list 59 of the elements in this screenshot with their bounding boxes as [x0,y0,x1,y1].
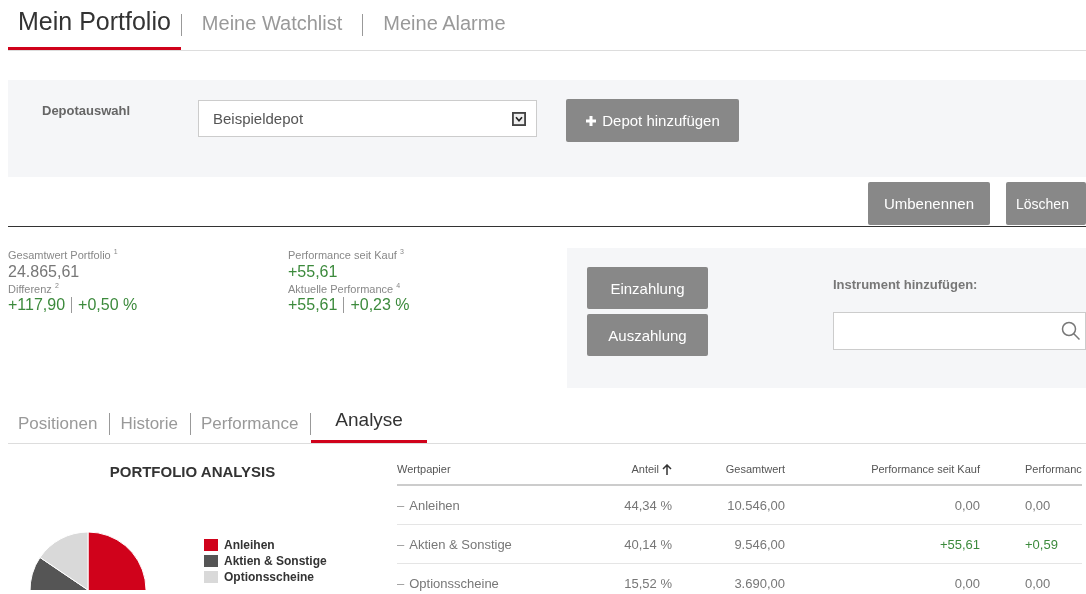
table-cell: 0,00 [1025,497,1051,513]
depot-select[interactable]: Beispieldepot [198,100,537,137]
legend-swatch [204,571,218,583]
view-tab[interactable]: Analyse [311,404,427,443]
chart-title: PORTFOLIO ANALYSIS [108,463,277,480]
delete-button[interactable]: Löschen [1006,182,1086,225]
add-depot-button[interactable]: Depot hinzufügen [566,99,739,142]
summary-label: Differenz $^{2}$ [8,281,60,295]
collapse-toggle[interactable]: – [397,497,405,513]
table-cell: 15,52 % [624,575,672,591]
summary-value: +117,90 [8,295,66,316]
summary-value: +55,61 [288,295,338,316]
view-tab[interactable]: Performance [191,404,311,443]
column-header[interactable]: Gesamtwert [725,463,785,475]
table-cell: 10.546,00 [727,497,785,513]
table-cell: 0,00 [1025,575,1051,591]
table-cell: 0,00 [954,497,980,513]
summary-value: 24.865,61 [8,261,80,282]
portfolio-tab[interactable]: Meine Alarme [363,0,526,50]
dropdown-caret-icon [512,111,526,126]
table-cell: +0,59 [1025,536,1058,552]
column-header[interactable]: Wertpapier [397,463,451,475]
column-header[interactable]: Performanc [1025,463,1082,475]
portfolio-tab[interactable]: Meine Watchlist [181,0,363,50]
instrument-search-field[interactable] [833,312,1086,350]
view-tab[interactable]: Historie [110,404,190,443]
summary-value: +55,61 [288,261,338,282]
table-cell: Anleihen [409,497,460,513]
legend-swatch [204,555,218,567]
table-cell: +55,61 [939,536,980,552]
summary-value: +0,23 % [350,295,410,316]
legend-label: Aktien & Sonstige [224,554,327,568]
table-cell: 3.690,00 [734,575,785,591]
legend-label: Optionsscheine [224,570,315,584]
table-cell: 9.546,00 [734,536,785,552]
summary-label: Gesamtwert Portfolio $^{1}$ [8,248,119,261]
legend-swatch [204,539,218,551]
search-icon [1061,321,1081,341]
legend-label: Anleihen [224,538,275,552]
portfolio-tab[interactable]: Mein Portfolio [8,0,181,50]
table-cell: Optionsscheine [409,575,499,591]
column-header[interactable]: Anteil [631,463,659,475]
collapse-toggle[interactable]: – [397,575,405,591]
view-tab[interactable]: Positionen [8,404,110,443]
summary-label: Performance seit Kauf $^{3}$ [288,248,405,261]
summary-value: +0,50 % [78,295,138,316]
depot-label: Depotauswahl [42,103,132,118]
plus-icon [585,114,598,127]
table-cell: 0,00 [954,575,980,591]
instrument-label: Instrument hinzufügen: [833,277,979,292]
column-header[interactable]: Performance seit Kauf [871,463,980,475]
withdraw-button[interactable]: Auszahlung [587,314,708,356]
collapse-toggle[interactable]: – [397,536,405,552]
table-cell: 44,34 % [624,497,672,513]
deposit-button[interactable]: Einzahlung [587,267,708,309]
table-cell: Aktien & Sonstige [409,536,512,552]
rename-button[interactable]: Umbenennen [868,182,990,225]
table-cell: 40,14 % [624,536,672,552]
summary-label: Aktuelle Performance $^{4}$ [288,281,402,295]
